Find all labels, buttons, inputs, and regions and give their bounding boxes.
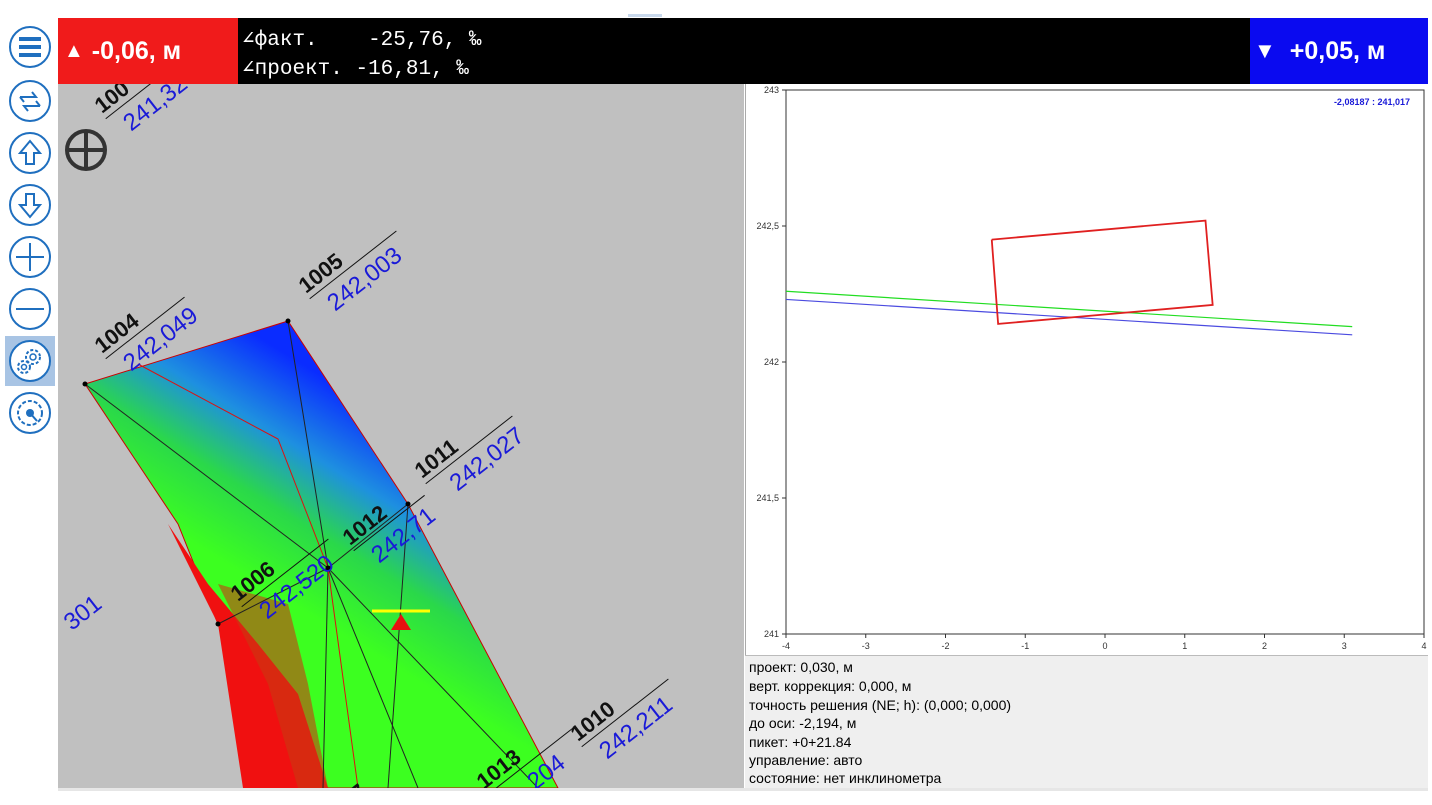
down-arrow-icon: [9, 184, 51, 226]
menu-button[interactable]: [5, 22, 55, 72]
info-control-mode: управление: авто: [749, 752, 863, 768]
x-tick-label: -2: [941, 641, 949, 651]
info-vertical-correction: верт. коррекция: 0,000, м: [749, 678, 912, 694]
survey-point: [285, 318, 291, 324]
point-label-partial-top: 100 241,32: [90, 84, 193, 137]
x-tick-label: -1: [1021, 641, 1029, 651]
left-deviation-value: -0,06, м: [91, 36, 182, 65]
toolbar-sidebar: [0, 18, 58, 788]
angle-project-row: ∠проект. -16,81, ‰: [242, 55, 469, 81]
x-tick-label: 3: [1342, 641, 1347, 651]
settings-icon: [9, 340, 51, 382]
info-station: пикет: +0+21.84: [749, 734, 852, 750]
angle-project-value: -16,81, ‰: [355, 58, 469, 81]
x-tick-label: -3: [862, 641, 870, 651]
status-panel: проект: 0,030, м верт. коррекция: 0,000,…: [745, 655, 1428, 789]
point-label-partial-left: 301: [59, 590, 107, 636]
left-deviation: ▲ -0,06, м: [58, 18, 238, 84]
angle-fact-value: -25,76, ‰: [368, 29, 482, 52]
survey-point: [405, 501, 411, 507]
point-label-1010: 1010 242,211: [566, 678, 678, 765]
x-tick-label: 4: [1421, 641, 1426, 651]
point-label-1011: 1011 242,027: [410, 415, 530, 497]
survey-point: [215, 621, 221, 627]
y-tick-label: 242,5: [756, 221, 779, 231]
info-axis-offset: до оси: -2,194, м: [749, 715, 857, 731]
up-arrow-icon: [9, 132, 51, 174]
info-solution-accuracy: точность решения (NE; h): (0,000; 0,000): [749, 697, 1012, 713]
x-tick-label: 1: [1182, 641, 1187, 651]
y-tick-label: 241: [764, 629, 779, 639]
plan-view[interactable]: 1004 242,049 1005 242,003 1011 242,027 1…: [58, 84, 744, 788]
angle-fact-label: ∠факт.: [242, 29, 318, 52]
swap-icon: [9, 80, 51, 122]
down-triangle-icon: ▼: [1254, 38, 1276, 63]
y-tick-label: 242: [764, 357, 779, 367]
cross-section-profile[interactable]: -2,08187 : 241,017 243 242,5 242 241,5 241 -4…: [745, 84, 1429, 655]
up-button[interactable]: [5, 128, 55, 178]
swap-button[interactable]: [5, 76, 55, 126]
survey-point: [82, 381, 88, 387]
surface-map[interactable]: 1004 242,049 1005 242,003 1011 242,027 1…: [58, 84, 744, 788]
compass-icon[interactable]: [65, 129, 107, 171]
zoom-in-icon: [9, 236, 51, 278]
plot-area: [785, 89, 1425, 635]
profile-chart[interactable]: -2,08187 : 241,017 243242,5242241,5241-4…: [746, 84, 1429, 655]
x-tick-label: 2: [1262, 641, 1267, 651]
angle-panel: ∠факт. -25,76, ‰ ∠проект. -16,81, ‰: [238, 18, 1250, 84]
bottom-border: [58, 788, 1428, 791]
y-tick-label: 243: [764, 85, 779, 95]
settings-button[interactable]: [5, 336, 55, 386]
point-label-1005: 1005 242,003: [294, 230, 407, 317]
up-triangle-icon: ▲: [64, 39, 84, 62]
x-tick-label: 0: [1102, 641, 1107, 651]
info-state: состояние: нет инклинометра: [749, 770, 942, 786]
angle-project-label: ∠проект.: [242, 58, 343, 81]
zoom-out-icon: [9, 288, 51, 330]
zoom-out-button[interactable]: [5, 284, 55, 334]
cursor-readout: -2,08187 : 241,017: [1334, 97, 1410, 107]
gauge-button[interactable]: [5, 388, 55, 438]
info-design: проект: 0,030, м: [749, 659, 853, 675]
y-tick-label: 241,5: [756, 493, 779, 503]
gauge-icon: [9, 392, 51, 434]
zoom-in-button[interactable]: [5, 232, 55, 282]
down-button[interactable]: [5, 180, 55, 230]
x-tick-label: -4: [782, 641, 790, 651]
angle-fact-row: ∠факт. -25,76, ‰: [242, 26, 482, 52]
top-indicator: [628, 14, 662, 17]
point-elevation: 301: [59, 590, 107, 636]
right-deviation-value: +0,05, м: [1289, 36, 1386, 65]
menu-icon: [9, 26, 51, 68]
right-deviation: ▼ +0,05, м: [1250, 18, 1428, 84]
